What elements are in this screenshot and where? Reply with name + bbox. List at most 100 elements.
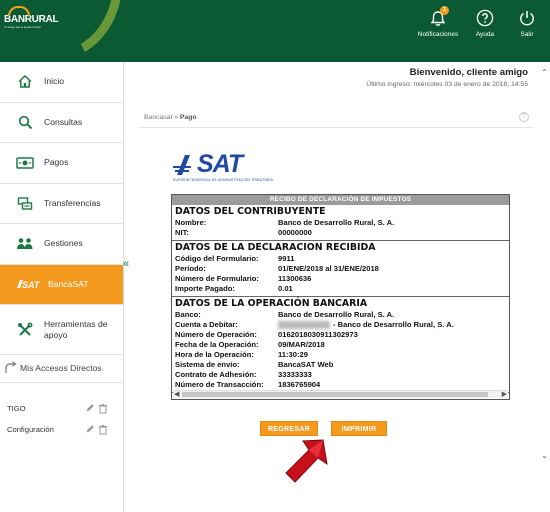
row-key: Sistema de envío:	[175, 360, 240, 369]
tax-receipt: RECIBO DE DECLARACIÓN DE IMPUESTOS DATOS…	[171, 194, 510, 400]
tools-icon	[18, 322, 33, 336]
receipt-section-operacion: DATOS DE LA OPERACIÓN BANCARIA Banco: Ban…	[172, 297, 509, 393]
sat-logo-subtitle: SUPERINTENDENCIA DE ADMINISTRACIÓN TRIBU…	[173, 178, 274, 182]
receipt-row: Importe Pagado: 0.01	[175, 284, 506, 294]
section-title: DATOS DE LA DECLARACION RECIBIDA	[175, 242, 376, 253]
receipt-row: Sistema de envío: BancaSAT Web	[175, 360, 506, 370]
row-key: Nombre:	[175, 218, 207, 227]
shortcut-label[interactable]: Configuración	[7, 425, 85, 434]
top-bar: BANRURAL Un amigo que te ayuda a crecer …	[0, 0, 550, 62]
row-key: Período:	[175, 264, 206, 273]
row-key: Hora de la Operación:	[175, 350, 254, 359]
breadcrumb-parent[interactable]: Bancasat	[144, 114, 172, 121]
row-key: Número de Operación:	[175, 330, 257, 339]
receipt-row: Banco: Banco de Desarrollo Rural, S. A.	[175, 310, 506, 320]
sidebar-item-bancasat[interactable]: SAT BancaSAT	[0, 264, 123, 305]
help-button[interactable]: Ayuda	[468, 8, 502, 38]
sidebar: Inicio Consultas Pagos Transferencias Ge…	[0, 62, 124, 512]
trash-icon[interactable]	[98, 403, 108, 414]
accesos-directos-label: Mis Accesos Directos	[20, 362, 102, 373]
receipt-section-contribuyente: DATOS DEL CONTRIBUYENTE Nombre: Banco de …	[172, 205, 509, 241]
section-title: DATOS DEL CONTRIBUYENTE	[175, 206, 326, 217]
sidebar-item-pagos[interactable]: Pagos	[0, 143, 123, 184]
sidebar-item-label: BancaSAT	[48, 278, 89, 289]
notifications-label: Notificaciones	[417, 31, 459, 38]
receipt-row: Período: 01/ENE/2018 al 31/ENE/2018	[175, 264, 506, 274]
row-value: BancaSAT Web	[278, 360, 334, 369]
regresar-button[interactable]: REGRESAR	[260, 421, 318, 436]
page-scrollbar[interactable]: ⌃ ⌄	[539, 62, 550, 512]
divider	[138, 127, 534, 128]
row-value: 00000000	[278, 228, 312, 237]
edit-icon[interactable]	[85, 403, 95, 414]
shortcut-item: Configuración	[0, 419, 124, 439]
receipt-row: Contrato de Adhesión: 33333333	[175, 370, 506, 380]
row-key: Número de Transacción:	[175, 380, 264, 389]
power-icon	[520, 11, 534, 26]
row-value: 09/MAR/2018	[278, 340, 325, 349]
sidebar-item-inicio[interactable]: Inicio	[0, 62, 123, 103]
svg-text:SAT: SAT	[22, 280, 41, 290]
scroll-right-icon[interactable]: ▶	[502, 390, 507, 398]
receipt-row: Nombre: Banco de Desarrollo Rural, S. A.	[175, 218, 506, 228]
receipt-row: NIT: 00000000	[175, 228, 506, 238]
welcome-greeting: Bienvenido, cliente amigo	[409, 67, 528, 78]
row-key: Contrato de Adhesión:	[175, 370, 257, 379]
receipt-row: Cuenta a Debitar: - Banco de Desarrollo R…	[175, 320, 506, 330]
shortcut-icon	[5, 360, 17, 373]
welcome-block: Bienvenido, cliente amigo Último ingreso…	[366, 67, 528, 88]
shortcut-item: TIGO	[0, 398, 124, 418]
receipt-row: Número de Formulario: 11300636	[175, 274, 506, 284]
search-icon	[18, 115, 32, 129]
sidebar-item-label: Consultas	[44, 116, 83, 127]
row-key: Número de Formulario:	[175, 274, 259, 283]
breadcrumb-current: Pago	[179, 114, 197, 121]
home-icon	[18, 75, 32, 88]
sidebar-item-label: Transferencias	[44, 197, 101, 208]
row-value: 0162018030911302973	[278, 330, 358, 339]
people-icon	[17, 238, 33, 250]
sidebar-item-herramientas[interactable]: Herramientas de apoyo	[0, 305, 123, 355]
row-key: Fecha de la Operación:	[175, 340, 259, 349]
masked-account-number	[278, 321, 330, 329]
row-key: NIT:	[175, 228, 189, 237]
edit-icon[interactable]	[85, 424, 95, 435]
trash-icon[interactable]	[98, 424, 108, 435]
sidebar-item-transferencias[interactable]: Transferencias	[0, 184, 123, 224]
help-icon	[476, 9, 494, 27]
imprimir-button[interactable]: IMPRIMIR	[331, 421, 387, 436]
header-actions: 1 Notificaciones Ayuda Salir	[416, 6, 544, 38]
banrural-logo[interactable]: BANRURAL Un amigo que te ayuda a crecer	[4, 6, 59, 29]
transfer-icon	[17, 197, 33, 210]
scroll-up-icon[interactable]: ⌃	[540, 68, 549, 78]
sidebar-item-gestiones[interactable]: Gestiones	[0, 224, 123, 265]
sidebar-item-consultas[interactable]: Consultas	[0, 103, 123, 143]
row-value: Banco de Desarrollo Rural, S. A.	[278, 310, 395, 319]
notifications-button[interactable]: 1 Notificaciones	[416, 6, 460, 38]
receipt-row: Número de Operación: 0162018030911302973	[175, 330, 506, 340]
red-arrow-pointer-icon	[285, 439, 328, 483]
notification-count-badge: 1	[440, 6, 449, 15]
row-value: 33333333	[278, 370, 312, 379]
receipt-row: Hora de la Operación: 11:30:29	[175, 350, 506, 360]
row-value: 0.01	[278, 284, 293, 293]
section-title: DATOS DE LA OPERACIÓN BANCARIA	[175, 298, 368, 309]
scrollbar-thumb[interactable]	[182, 392, 488, 397]
row-value: 11:30:29	[278, 350, 308, 359]
scroll-down-icon[interactable]: ⌄	[540, 451, 549, 461]
collapse-sidebar-button[interactable]: «	[123, 258, 129, 270]
help-label: Ayuda	[475, 31, 495, 38]
receipt-row: Fecha de la Operación: 09/MAR/2018	[175, 340, 506, 350]
page-help-icon[interactable]: ?	[519, 112, 529, 122]
shortcut-label[interactable]: TIGO	[7, 404, 85, 413]
breadcrumb-separator: »	[174, 114, 179, 121]
last-login: Último ingreso: miércoles 03 de enero de…	[366, 81, 528, 88]
row-value: - Banco de Desarrollo Rural, S. A.	[333, 320, 454, 329]
sat-icon: SAT	[17, 280, 41, 290]
receipt-horizontal-scrollbar[interactable]: ◀ ▶	[173, 390, 508, 398]
logout-button[interactable]: Salir	[510, 8, 544, 38]
scroll-left-icon[interactable]: ◀	[174, 390, 179, 398]
row-key: Cuenta a Debitar:	[175, 320, 238, 329]
row-key: Importe Pagado:	[175, 284, 235, 293]
receipt-row: Número de Transacción: 1836765904	[175, 380, 506, 390]
